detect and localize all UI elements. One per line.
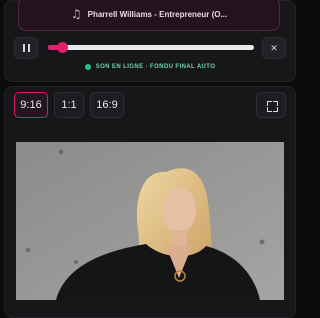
music-note-icon: ♫ (70, 7, 82, 21)
preview-image (16, 142, 284, 300)
ratio-1-1-button[interactable]: 1:1 (54, 92, 84, 118)
status-dot (84, 64, 91, 70)
close-button[interactable]: ✕ (262, 37, 286, 59)
status-indicator: SON EN LIGNE · FONDU FINAL AUTO (0, 64, 300, 70)
pause-icon (22, 44, 30, 52)
ratio-9-16-button[interactable]: 9:16 (14, 92, 48, 118)
video-preview[interactable] (16, 142, 284, 300)
ratio-16-9-button[interactable]: 16:9 (90, 92, 124, 118)
track-title: Pharrell Williams - Entrepreneur (O... (87, 9, 228, 19)
now-playing[interactable]: ♫ Pharrell Williams - Entrepreneur (O... (18, 0, 280, 31)
status-text: SON EN LIGNE · FONDU FINAL AUTO (95, 64, 216, 70)
close-icon: ✕ (270, 42, 278, 53)
pause-button[interactable] (14, 37, 38, 59)
progress-slider[interactable] (48, 42, 254, 53)
fullscreen-button[interactable] (256, 92, 286, 118)
